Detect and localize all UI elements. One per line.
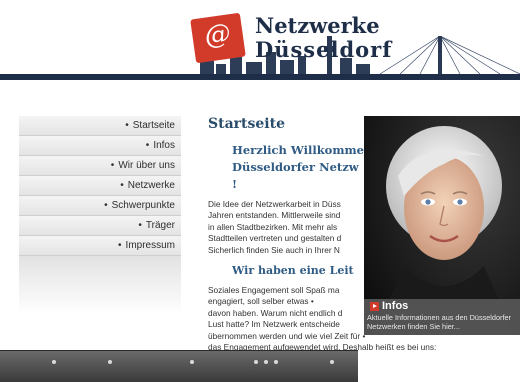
panel-dot (52, 360, 56, 364)
logo-letter: @ (202, 18, 233, 52)
bullet-icon: • (138, 220, 142, 231)
sidebar-item-label: Impressum (125, 240, 175, 251)
sidebar-item-label: Infos (153, 140, 175, 151)
sidebar-item-impressum[interactable]: • Impressum (19, 236, 181, 256)
sidebar-item-label: Wir über uns (118, 160, 175, 171)
sidebar-item-startseite[interactable]: • Startseite (19, 116, 181, 136)
sidebar-item-netzwerke[interactable]: • Netzwerke (19, 176, 181, 196)
panel-dot (254, 360, 258, 364)
sidebar-item-label: Startseite (132, 120, 175, 131)
sidebar-item-label: Schwerpunkte (111, 200, 175, 211)
bottom-panel (0, 350, 358, 382)
info-caption-text: Aktuelle Informationen aus den Düsseldor… (367, 313, 511, 331)
site-header: @ Netzwerke Düsseldorf (0, 0, 520, 90)
bullet-icon: • (118, 240, 122, 251)
bullet-icon: • (104, 200, 108, 211)
sidebar-nav: • Startseite • Infos • Wir über uns • Netzwe… (19, 116, 181, 314)
panel-dot (264, 360, 268, 364)
info-caption-bar[interactable]: Infos Aktuelle Informationen aus den Düs… (364, 299, 520, 335)
bullet-icon: • (120, 180, 124, 191)
site-title-line2: Düsseldorf (255, 37, 393, 62)
sidebar-fade (19, 256, 181, 314)
panel-dot (190, 360, 194, 364)
sidebar-item-traeger[interactable]: • Träger (19, 216, 181, 236)
logo-badge[interactable]: @ (190, 12, 246, 64)
sidebar-item-infos[interactable]: • Infos (19, 136, 181, 156)
panel-dot (330, 360, 334, 364)
panel-dot (108, 360, 112, 364)
panel-dot (274, 360, 278, 364)
info-caption-title: Infos (382, 300, 409, 312)
site-title-line1: Netzwerke (255, 13, 380, 38)
sidebar-item-label: Netzwerke (127, 180, 175, 191)
site-title[interactable]: Netzwerke Düsseldorf (255, 14, 392, 62)
sidebar-item-wir-ueber-uns[interactable]: • Wir über uns (19, 156, 181, 176)
play-icon (370, 302, 379, 311)
sidebar-item-schwerpunkte[interactable]: • Schwerpunkte (19, 196, 181, 216)
bullet-icon: • (125, 120, 129, 131)
info-teaser[interactable]: Infos Aktuelle Informationen aus den Düs… (364, 116, 520, 335)
bullet-icon: • (110, 160, 115, 171)
bullet-icon: • (145, 140, 150, 151)
sidebar-item-label: Träger (145, 220, 175, 231)
